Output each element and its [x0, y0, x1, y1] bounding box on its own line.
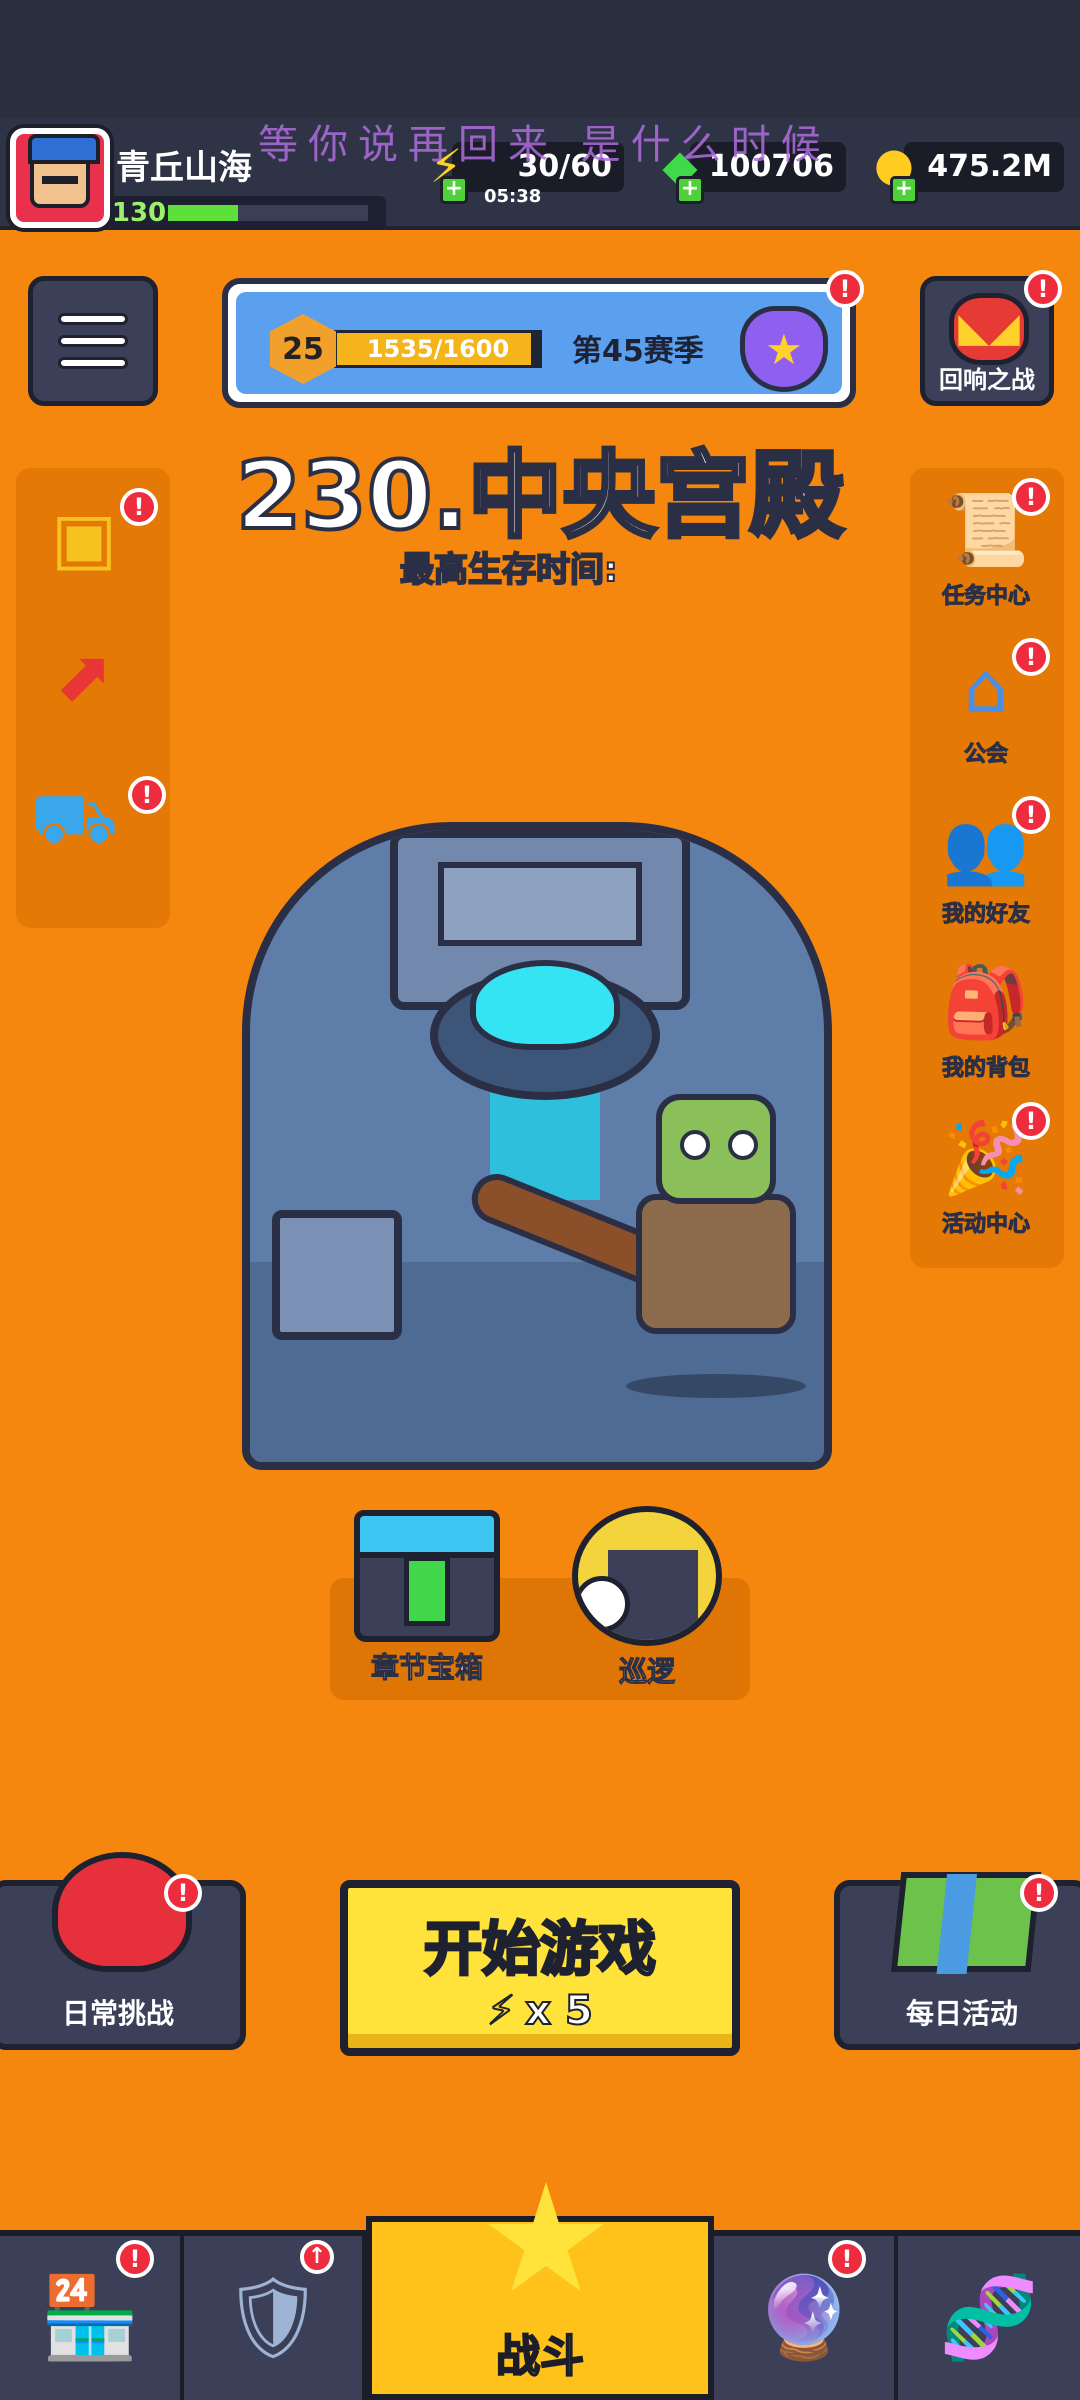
treasure-map-icon: [890, 1872, 1042, 1972]
gold-cart-icon: ⛟: [29, 777, 119, 859]
guild-alert-badge: !: [1012, 638, 1050, 676]
gold-counter: 475.2M: [904, 142, 1064, 192]
chapter-chest-label: 章节宝箱: [370, 1651, 483, 1685]
backpack-icon: 🎒: [942, 961, 1030, 1043]
player-name: 青丘山海: [116, 148, 252, 188]
events-alert-badge: !: [1012, 1102, 1050, 1140]
season-label: 第45赛季: [572, 334, 704, 369]
nav-equipment-upgrade-badge: ↑: [300, 2240, 334, 2274]
season-progress-bar: 1535/1600: [334, 330, 542, 368]
start-game-cost-value: x 5: [524, 1987, 594, 2035]
season-alert-badge: !: [826, 270, 864, 308]
echo-battle-label: 回响之战: [939, 366, 1035, 394]
chapter-chest-button[interactable]: 章节宝箱: [354, 1510, 500, 1686]
season-progress-text: 1535/1600: [366, 335, 510, 363]
dna-capsule-icon: 🧬: [939, 2271, 1039, 2364]
nav-talent-alert-badge: !: [828, 2240, 866, 2278]
energy-timer: 05:38: [484, 186, 542, 207]
machine-screen: [438, 862, 642, 946]
monthly-card-button[interactable]: ▣: [36, 490, 132, 586]
season-panel-inner: 1535/1600 25 第45赛季 ★: [236, 292, 842, 394]
start-game-label: 开始游戏: [422, 1914, 657, 1985]
events-center-label: 活动中心: [941, 1212, 1030, 1238]
player-level: 130: [111, 198, 167, 228]
nav-battle-label: 战斗: [495, 2330, 585, 2383]
backpack-button[interactable]: 🎒 我的背包: [926, 954, 1046, 1082]
chest-lid: [354, 1510, 500, 1558]
add-energy-button[interactable]: +: [440, 176, 468, 204]
system-status-bar: [0, 0, 1080, 118]
add-gems-button[interactable]: +: [676, 176, 704, 204]
daily-challenge-button[interactable]: 日常挑战: [0, 1852, 246, 2050]
nav-shop-tab[interactable]: 🏪: [0, 2236, 184, 2400]
shop-cart-alert-badge: !: [128, 776, 166, 814]
start-game-cost: ⚡ x 5: [348, 1987, 732, 2035]
main-menu-button[interactable]: [28, 276, 158, 406]
season-pass-panel[interactable]: 1535/1600 25 第45赛季 ★: [222, 278, 856, 408]
clock-icon: [578, 1576, 630, 1632]
menu-list-icon: [58, 313, 128, 325]
menu-list-line: [58, 335, 128, 347]
best-survival-time-label: 最高生存时间:: [399, 549, 619, 591]
zombie-shadow: [626, 1374, 806, 1398]
add-gold-button[interactable]: +: [890, 176, 918, 204]
patrol-button[interactable]: 巡逻: [572, 1506, 722, 1690]
daily-challenge-alert-badge: !: [164, 1874, 202, 1912]
stage-preview-artwork[interactable]: [242, 822, 832, 1470]
growth-arrow-icon: ⬈: [54, 635, 114, 717]
menu-list-line: [58, 357, 128, 369]
player-avatar[interactable]: [10, 128, 110, 228]
monthly-card-alert-badge: !: [120, 488, 158, 526]
patrol-icon: [572, 1506, 722, 1646]
daily-events-alert-badge: !: [1020, 1874, 1058, 1912]
patrol-label: 巡逻: [618, 1655, 675, 1689]
shop-cart-button[interactable]: ⛟: [26, 770, 122, 866]
watermark-text: 等你说再回来 是什么时候: [258, 122, 831, 168]
nav-equipment-tab[interactable]: 🛡: [184, 2236, 366, 2400]
season-level-hexagon: 25: [270, 314, 336, 384]
echo-alert-badge: !: [1024, 270, 1062, 308]
player-xp-fill: [168, 205, 238, 221]
daily-challenge-label: 日常挑战: [61, 1997, 174, 2030]
growth-fund-button[interactable]: ⬈: [36, 628, 132, 724]
zombie-body: [636, 1194, 796, 1334]
nav-shop-alert-badge: !: [116, 2240, 154, 2278]
guild-label: 公会: [963, 742, 1008, 768]
zombie-eye: [680, 1130, 710, 1160]
demon-emblem-icon: ◣◢: [949, 293, 1029, 365]
metal-crate-icon: [272, 1210, 402, 1340]
start-game-button[interactable]: 开始游戏 ⚡ x 5: [340, 1880, 740, 2056]
avatar-face-icon: [28, 134, 100, 208]
battle-star-icon: [488, 2182, 604, 2292]
zombie-head: [656, 1094, 776, 1204]
friends-alert-badge: !: [1012, 796, 1050, 834]
daily-events-label: 每日活动: [905, 1997, 1018, 2030]
chest-lock: [404, 1556, 450, 1626]
zombie-character-icon: [464, 1094, 816, 1398]
shield-emblem-icon: 🛡: [222, 2271, 324, 2364]
boxing-glove-icon: [52, 1852, 192, 1972]
nav-evolution-tab[interactable]: 🧬: [898, 2236, 1080, 2400]
star-orb-icon: 🔮: [754, 2271, 854, 2364]
chapter-chest-icon: [354, 1510, 500, 1642]
quest-alert-badge: !: [1012, 478, 1050, 516]
season-rank-badge-icon: ★: [740, 306, 828, 392]
energy-bolt-icon: ⚡: [486, 1987, 516, 2035]
quest-center-label: 任务中心: [941, 584, 1030, 610]
nav-battle-tab[interactable]: 战斗: [366, 2182, 714, 2400]
player-level-row: 130: [110, 196, 386, 230]
shop-stall-icon: 🏪: [40, 2271, 140, 2364]
player-xp-bar: [168, 205, 368, 221]
portal-dome-icon: [470, 960, 620, 1050]
zombie-eye: [728, 1130, 758, 1160]
backpack-label: 我的背包: [941, 1056, 1030, 1082]
m-card-icon: ▣: [50, 497, 118, 579]
friends-label: 我的好友: [941, 902, 1030, 928]
nav-talent-tab[interactable]: 🔮: [714, 2236, 898, 2400]
